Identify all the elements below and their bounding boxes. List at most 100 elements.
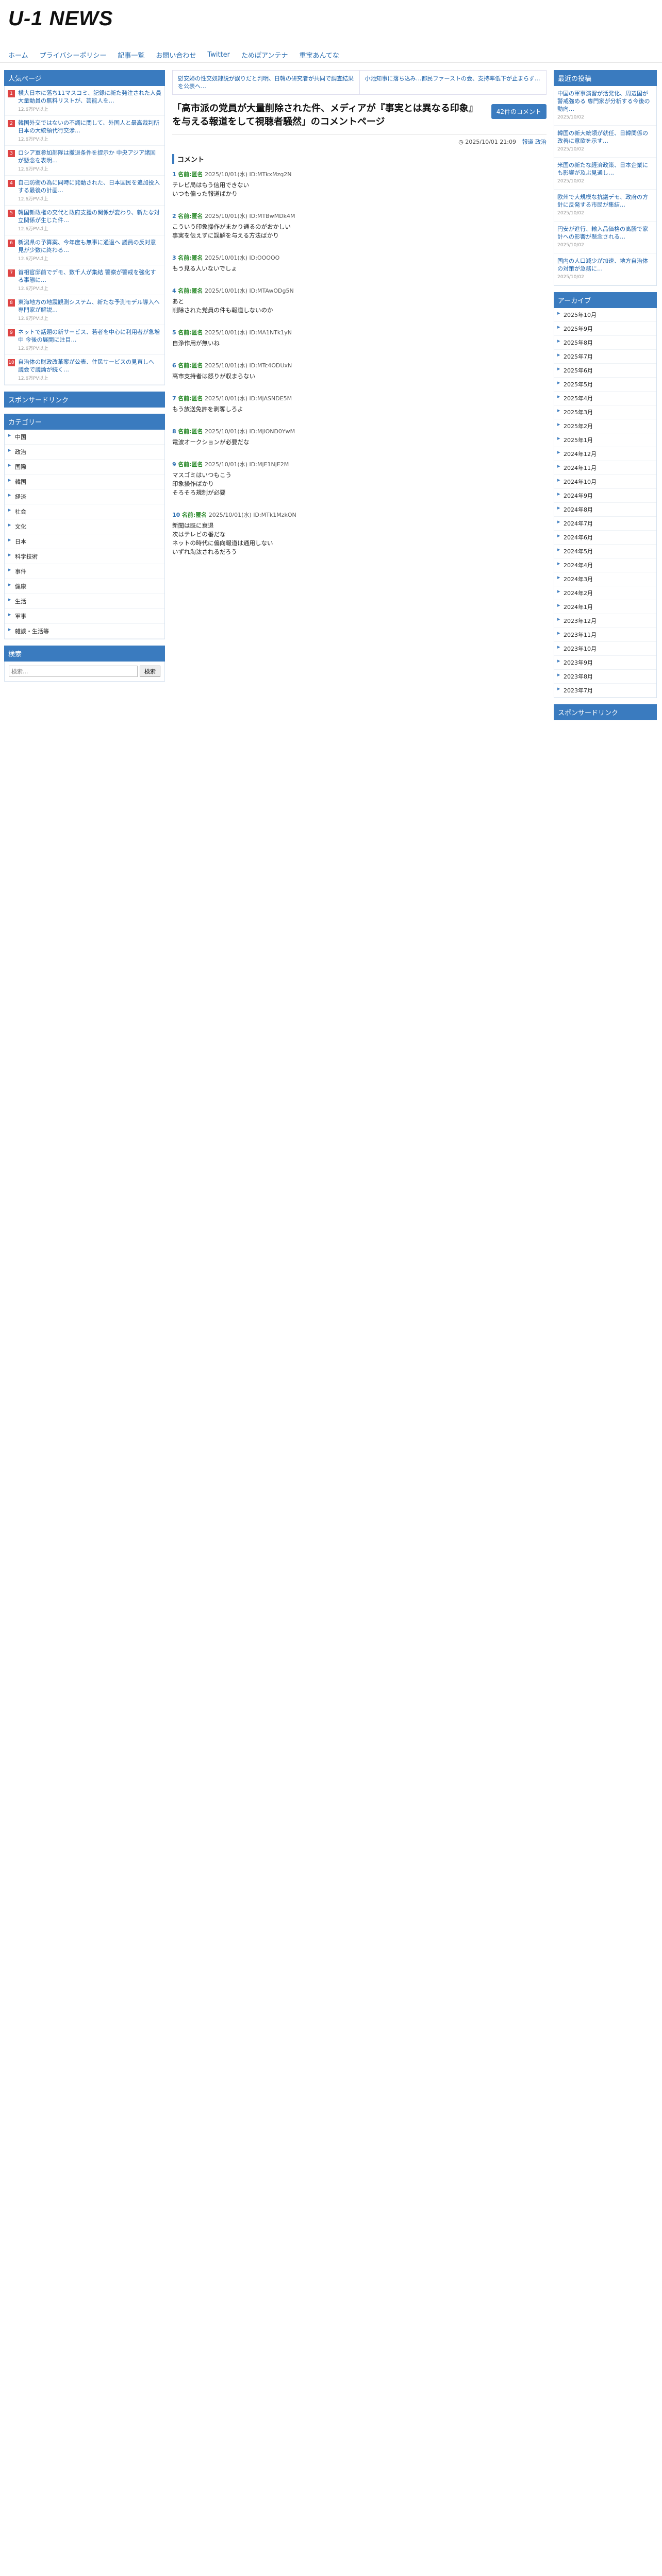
archive-item[interactable]: 2024年7月 — [554, 517, 656, 531]
archive-item[interactable]: 2023年7月 — [554, 684, 656, 698]
comment-number[interactable]: 10 — [172, 512, 180, 518]
prev-article-link[interactable]: 慰安婦の性交奴隷説が誤りだと判明、日韓の研究者が共同で調査結果を公表へ… — [173, 71, 359, 94]
ranking-item[interactable]: 2 韓国外交ではないの不調に関して、外国人と最高裁判所日本の大統領代行交渉… 12.… — [5, 116, 164, 146]
article-category[interactable]: 報道 政治 — [522, 139, 547, 145]
comment-number[interactable]: 1 — [172, 171, 176, 178]
archive-item[interactable]: 2025年5月 — [554, 378, 656, 392]
category-item[interactable]: 雑談・生活等 — [5, 624, 164, 639]
recent-link[interactable]: 中国の軍事演習が活発化、周辺国が警戒強める 専門家が分析する今後の動向… — [557, 90, 650, 112]
archive-item[interactable]: 2024年5月 — [554, 545, 656, 558]
comment-number[interactable]: 8 — [172, 428, 176, 435]
ranking-link[interactable]: 自治体の財政改革案が公表、住民サービスの見直しへ 議会で議論が続く… — [18, 358, 161, 374]
archive-item[interactable]: 2025年6月 — [554, 364, 656, 378]
ranking-link[interactable]: 新潟県の予算案、今年度も無事に通過へ 議員の反対意見が少数に終わる… — [18, 239, 161, 254]
category-item[interactable]: 健康 — [5, 579, 164, 594]
nav-link[interactable]: ホーム — [8, 50, 28, 60]
ranking-link[interactable]: 横大日本に落ち11マスコミ、記録に新た発注された人員大量動員の無料リストが、芸能… — [18, 89, 161, 105]
archive-item[interactable]: 2023年9月 — [554, 656, 656, 670]
category-item[interactable]: 社会 — [5, 504, 164, 519]
ranking-item[interactable]: 10 自治体の財政改革案が公表、住民サービスの見直しへ 議会で議論が続く… 12.6… — [5, 355, 164, 385]
category-item[interactable]: 韓国 — [5, 474, 164, 489]
ranking-item[interactable]: 9 ネットで話題の新サービス、若者を中心に利用者が急増中 今後の展開に注目… 12.… — [5, 325, 164, 355]
nav-link[interactable]: ためぽアンテナ — [241, 50, 288, 60]
comment-number[interactable]: 9 — [172, 461, 176, 468]
category-item[interactable]: 軍事 — [5, 609, 164, 624]
archive-item[interactable]: 2024年12月 — [554, 447, 656, 461]
ranking-item[interactable]: 1 横大日本に落ち11マスコミ、記録に新た発注された人員大量動員の無料リストが、芸… — [5, 86, 164, 116]
nav-link[interactable]: Twitter — [207, 51, 230, 59]
comment-header: 6 名前:匿名 2025/10/01(水) ID:MTc4ODUxN — [172, 361, 547, 369]
category-item[interactable]: 事件 — [5, 564, 164, 579]
category-item[interactable]: 文化 — [5, 519, 164, 534]
ranking-link[interactable]: 首相官邸前でデモ、数千人が集結 警察が警戒を強化する事態に… — [18, 268, 161, 284]
ranking-item[interactable]: 4 自己防衛の為に同時に発動された、日本国民を追加投入する最後の計画… 12.6万P… — [5, 176, 164, 206]
search-input[interactable] — [9, 666, 138, 677]
comment-number[interactable]: 3 — [172, 255, 176, 261]
comment-number[interactable]: 7 — [172, 395, 176, 402]
archive-item[interactable]: 2025年7月 — [554, 350, 656, 364]
category-item[interactable]: 国際 — [5, 460, 164, 474]
category-item[interactable]: 政治 — [5, 445, 164, 460]
archive-item[interactable]: 2024年9月 — [554, 489, 656, 503]
recent-item[interactable]: 欧州で大規模な抗議デモ、政府の方針に反発する市民が集結… 2025/10/02 — [554, 190, 656, 222]
ranking-link[interactable]: 自己防衛の為に同時に発動された、日本国民を追加投入する最後の計画… — [18, 179, 161, 194]
comment-number[interactable]: 4 — [172, 287, 176, 294]
archive-item[interactable]: 2025年1月 — [554, 433, 656, 447]
nav-link[interactable]: お問い合わせ — [156, 50, 196, 60]
archive-item[interactable]: 2024年4月 — [554, 558, 656, 572]
archive-item[interactable]: 2023年12月 — [554, 614, 656, 628]
search-button[interactable]: 検索 — [140, 666, 160, 677]
recent-item[interactable]: 米国の新たな経済政策、日本企業にも影響が及ぶ見通し… 2025/10/02 — [554, 158, 656, 190]
recent-link[interactable]: 国内の人口減少が加速、地方自治体の対策が急務に… — [557, 258, 648, 272]
ranking-link[interactable]: 東海地方の地震観測システム、新たな予測モデル導入へ 専門家が解説… — [18, 298, 161, 314]
recent-item[interactable]: 円安が進行、輸入品価格の高騰で家計への影響が懸念される… 2025/10/02 — [554, 222, 656, 253]
ranking-item[interactable]: 7 首相官邸前でデモ、数千人が集結 警察が警戒を強化する事態に… 12.6万PV以上 — [5, 265, 164, 295]
archive-item[interactable]: 2024年11月 — [554, 461, 656, 475]
comment-number[interactable]: 5 — [172, 329, 176, 336]
category-item[interactable]: 科学技術 — [5, 549, 164, 564]
category-item[interactable]: 生活 — [5, 594, 164, 609]
nav-link[interactable]: プライバシーポリシー — [40, 50, 107, 60]
archive-item[interactable]: 2024年8月 — [554, 503, 656, 517]
nav-link[interactable]: 記事一覧 — [118, 50, 144, 60]
archive-item[interactable]: 2025年3月 — [554, 405, 656, 419]
recent-link[interactable]: 米国の新たな経済政策、日本企業にも影響が及ぶ見通し… — [557, 162, 648, 176]
recent-item[interactable]: 中国の軍事演習が活発化、周辺国が警戒強める 専門家が分析する今後の動向… 2025… — [554, 86, 656, 126]
ranking-item[interactable]: 5 韓国新政権の交代と政府支援の関係が変わり、新たな対立関係が生じた件… 12.6万… — [5, 206, 164, 235]
archive-item[interactable]: 2023年11月 — [554, 628, 656, 642]
recent-link[interactable]: 欧州で大規模な抗議デモ、政府の方針に反発する市民が集結… — [557, 194, 648, 208]
ranking-item[interactable]: 8 東海地方の地震観測システム、新たな予測モデル導入へ 専門家が解説… 12.6万P… — [5, 295, 164, 325]
ranking-item[interactable]: 3 ロシア軍参加部隊は撤退条件を提示か 中央アジア諸国が懸念を表明… 12.6万PV… — [5, 146, 164, 176]
archive-item[interactable]: 2024年10月 — [554, 475, 656, 489]
archive-item[interactable]: 2025年8月 — [554, 336, 656, 350]
archive-item[interactable]: 2025年2月 — [554, 419, 656, 433]
nav-link[interactable]: 重宝あんてな — [299, 50, 339, 60]
ranking-link[interactable]: 韓国新政権の交代と政府支援の関係が変わり、新たな対立関係が生じた件… — [18, 209, 161, 224]
comment-count-badge[interactable]: 42件のコメント — [491, 104, 547, 119]
recent-link[interactable]: 円安が進行、輸入品価格の高騰で家計への影響が懸念される… — [557, 226, 648, 240]
ranking-item[interactable]: 6 新潟県の予算案、今年度も無事に通過へ 議員の反対意見が少数に終わる… 12.6万… — [5, 235, 164, 265]
archive-item[interactable]: 2025年9月 — [554, 322, 656, 336]
recent-item[interactable]: 韓国の新大統領が就任、日韓関係の改善に意欲を示す… 2025/10/02 — [554, 126, 656, 158]
category-item[interactable]: 経済 — [5, 489, 164, 504]
ranking-link[interactable]: ロシア軍参加部隊は撤退条件を提示か 中央アジア諸国が懸念を表明… — [18, 149, 161, 164]
comment-number[interactable]: 2 — [172, 213, 176, 219]
ranking-link[interactable]: ネットで話題の新サービス、若者を中心に利用者が急増中 今後の展開に注目… — [18, 328, 161, 344]
archive-item[interactable]: 2023年8月 — [554, 670, 656, 684]
archive-item[interactable]: 2023年10月 — [554, 642, 656, 656]
archive-item[interactable]: 2025年10月 — [554, 308, 656, 322]
category-item[interactable]: 日本 — [5, 534, 164, 549]
archive-item[interactable]: 2024年6月 — [554, 531, 656, 545]
ranking-link[interactable]: 韓国外交ではないの不調に関して、外国人と最高裁判所日本の大統領代行交渉… — [18, 119, 161, 134]
site-logo[interactable]: U-1 NEWS — [8, 7, 654, 30]
recent-link[interactable]: 韓国の新大統領が就任、日韓関係の改善に意欲を示す… — [557, 130, 648, 144]
archive-item[interactable]: 2024年3月 — [554, 572, 656, 586]
recent-item[interactable]: 国内の人口減少が加速、地方自治体の対策が急務に… 2025/10/02 — [554, 253, 656, 285]
archive-list: 2025年10月2025年9月2025年8月2025年7月2025年6月2025… — [554, 308, 657, 698]
comment-number[interactable]: 6 — [172, 362, 176, 369]
archive-item[interactable]: 2024年2月 — [554, 586, 656, 600]
archive-item[interactable]: 2025年4月 — [554, 392, 656, 405]
category-item[interactable]: 中国 — [5, 430, 164, 445]
next-article-link[interactable]: 小池知事に落ち込み…都民ファーストの会、支持率低下が止まらず… — [359, 71, 547, 94]
archive-item[interactable]: 2024年1月 — [554, 600, 656, 614]
